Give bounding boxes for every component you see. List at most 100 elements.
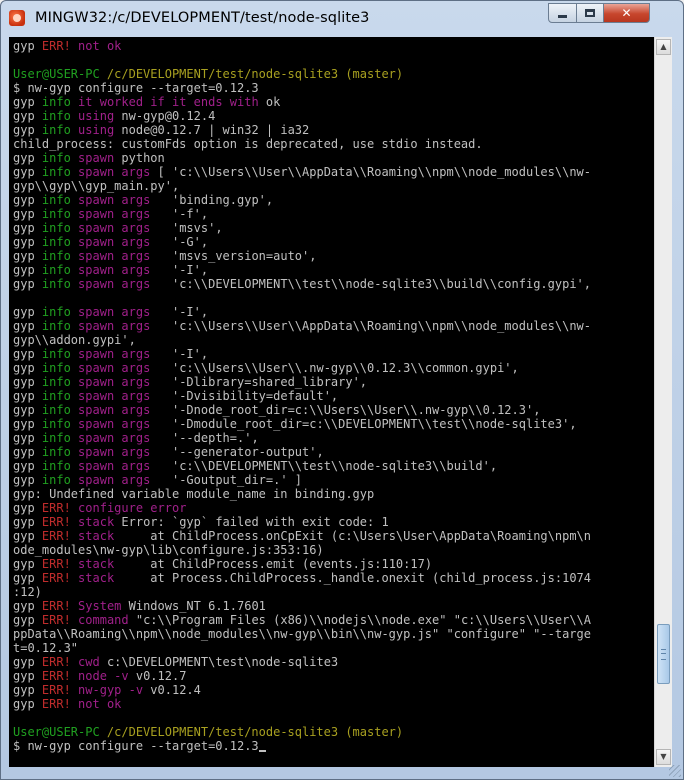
terminal-text-segment: info: [41, 431, 71, 445]
terminal-text-segment: v0.12.4: [143, 683, 201, 697]
terminal-text-segment: spawn args: [78, 375, 151, 389]
terminal-text-segment: gyp: [13, 417, 42, 431]
scroll-up-icon: ▲: [660, 42, 667, 51]
terminal-text-segment: spawn args: [78, 193, 151, 207]
terminal-text-segment: spawn args: [78, 361, 151, 375]
terminal-text-segment: info: [41, 207, 71, 221]
terminal-text-segment: info: [41, 417, 71, 431]
terminal-text-segment: 'c:\\DEVELOPMENT\\test\\node-sqlite3\\bu…: [150, 459, 498, 473]
terminal-text-segment: gyp: [13, 445, 42, 459]
terminal-text-segment: spawn args: [78, 347, 151, 361]
terminal-line: User@USER-PC /c/DEVELOPMENT/test/node-sq…: [13, 725, 591, 739]
maximize-icon: [585, 9, 595, 17]
terminal-text-segment: "c:\\Program Files (x86)\\nodejs\\node.e…: [128, 613, 591, 627]
terminal-text-segment: info: [41, 375, 71, 389]
terminal-text-segment: User@USER-PC: [13, 725, 107, 739]
terminal-text-segment: configure error: [78, 501, 187, 515]
terminal-text-segment: stack: [78, 515, 115, 529]
terminal-text-segment: cwd: [78, 655, 100, 669]
terminal-line: gyp info spawn args [ 'c:\\Users\\User\\…: [13, 165, 591, 179]
vertical-scrollbar[interactable]: ▲ ▼: [654, 37, 672, 767]
terminal-line: gyp info spawn args '-I',: [13, 263, 591, 277]
terminal-text-segment: info: [41, 193, 71, 207]
terminal-line: gyp ERR! stack Error: `gyp` failed with …: [13, 515, 591, 529]
terminal-text-segment: Windows_NT 6.1.7601: [121, 599, 266, 613]
terminal-line: gyp info spawn args '-Dnode_root_dir=c:\…: [13, 403, 591, 417]
terminal-text-segment: not ok: [78, 697, 122, 711]
terminal-text-segment: info: [41, 473, 71, 487]
terminal-text-segment: ERR!: [41, 529, 71, 543]
terminal-line: gyp ERR! not ok: [13, 39, 591, 53]
scroll-down-button[interactable]: ▼: [656, 749, 671, 765]
scroll-up-button[interactable]: ▲: [656, 39, 671, 55]
terminal-text-segment: gyp: [13, 655, 42, 669]
terminal-text-segment: ERR!: [41, 669, 71, 683]
terminal-line: gyp info spawn args 'c:\\Users\\User\\.n…: [13, 361, 591, 375]
minimize-button[interactable]: [548, 3, 577, 23]
terminal-text-segment: '-I',: [150, 263, 209, 277]
scroll-down-icon: ▼: [660, 752, 667, 761]
terminal-line: gyp info spawn args '--depth=.',: [13, 431, 591, 445]
resize-grip-icon[interactable]: [669, 765, 681, 777]
terminal-text-segment: spawn args: [78, 277, 151, 291]
terminal-line: gyp info spawn args 'c:\\DEVELOPMENT\\te…: [13, 459, 591, 473]
terminal-text-segment: spawn args: [78, 165, 151, 179]
terminal-text-segment: Error: `gyp` failed with exit code: 1: [114, 515, 389, 529]
terminal-text-segment: info: [41, 305, 71, 319]
terminal-text-segment: gyp: [13, 235, 42, 249]
terminal-text-segment: '-f',: [150, 207, 209, 221]
terminal-text-segment: gyp: [13, 319, 42, 333]
terminal-text-segment: spawn args: [78, 403, 151, 417]
terminal-text-segment: python: [114, 151, 165, 165]
terminal-line: gyp info spawn args '--generator-output'…: [13, 445, 591, 459]
mingw-app-icon[interactable]: [9, 10, 25, 26]
terminal-text-segment: spawn args: [78, 319, 151, 333]
maximize-button[interactable]: [576, 3, 604, 23]
terminal-text-segment: ERR!: [41, 515, 71, 529]
terminal-lines: gyp ERR! not ok User@USER-PC /c/DEVELOPME…: [13, 39, 591, 753]
terminal-text-segment: gyp: [13, 361, 42, 375]
terminal-text-segment: child_process: customFds option is depre…: [13, 137, 483, 151]
terminal-text-segment: ERR!: [41, 501, 71, 515]
terminal-line: gyp info using node@0.12.7 | win32 | ia3…: [13, 123, 591, 137]
terminal-text-segment: command: [78, 613, 129, 627]
terminal-text-segment: :12): [13, 585, 42, 599]
terminal-text-segment: info: [41, 277, 71, 291]
grip-icon: [661, 649, 666, 660]
terminal-text-segment: gyp: [13, 123, 42, 137]
terminal-text-segment: spawn args: [78, 431, 151, 445]
terminal-text-segment: nw-gyp@0.12.4: [114, 109, 216, 123]
close-button[interactable]: ✕: [603, 3, 650, 23]
terminal-line: $ nw-gyp configure --target=0.12.3: [13, 81, 591, 95]
terminal-text-segment: /c/DEVELOPMENT/test/node-sqlite3 (master…: [106, 725, 404, 739]
terminal-text-segment: info: [41, 459, 71, 473]
terminal-text-segment: '-Dmodule_root_dir=c:\\DEVELOPMENT\\test…: [150, 417, 577, 431]
terminal-text-segment: gyp: [13, 347, 42, 361]
terminal-text-segment: '-Goutput_dir=.' ]: [150, 473, 303, 487]
scrollbar-thumb[interactable]: [657, 624, 670, 684]
title-bar[interactable]: MINGW32:/c/DEVELOPMENT/test/node-sqlite3…: [1, 1, 683, 35]
terminal-line: gyp info spawn args 'msvs',: [13, 221, 591, 235]
terminal-line: gyp ERR! configure error: [13, 501, 591, 515]
terminal-text-segment: ode_modules\nw-gyp\lib\configure.js:353:…: [13, 543, 324, 557]
terminal-line: gyp ERR! stack at Process.ChildProcess._…: [13, 571, 591, 585]
terminal-text-segment: ERR!: [41, 571, 71, 585]
terminal-text-segment: spawn args: [78, 417, 151, 431]
terminal-output[interactable]: gyp ERR! not ok User@USER-PC /c/DEVELOPME…: [9, 37, 654, 767]
terminal-text-segment: 'msvs',: [150, 221, 223, 235]
terminal-line: gyp info spawn args 'c:\\DEVELOPMENT\\te…: [13, 277, 591, 291]
terminal-text-segment: gyp: [13, 515, 42, 529]
